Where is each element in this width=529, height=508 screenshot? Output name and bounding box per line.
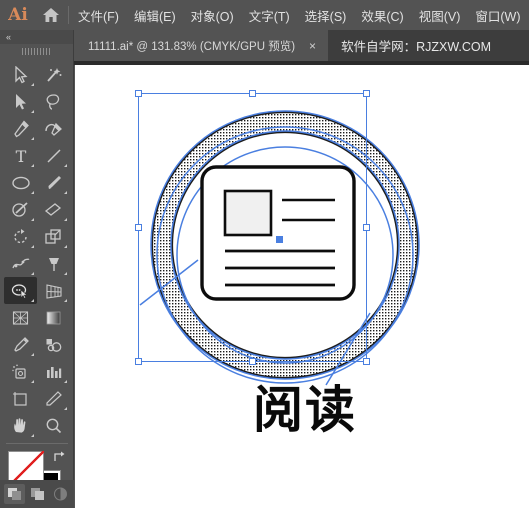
collapse-panel-icon[interactable]: « — [0, 30, 73, 44]
menu-edit[interactable]: 编辑(E) — [133, 4, 177, 27]
menu-items: 文件(F) 编辑(E) 对象(O) 文字(T) 选择(S) 效果(C) 视图(V… — [77, 4, 522, 27]
menu-type[interactable]: 文字(T) — [248, 4, 291, 27]
direct-selection-tool[interactable] — [4, 88, 37, 115]
document-tab-label: 11111.ai* @ 131.83% (CMYK/GPU 预览) — [88, 40, 296, 53]
ellipse-tool[interactable] — [4, 169, 37, 196]
selection-handle-bl[interactable] — [135, 358, 142, 365]
menu-select[interactable]: 选择(S) — [304, 4, 348, 27]
curvature-tool[interactable] — [37, 115, 70, 142]
zoom-tool[interactable] — [37, 412, 70, 439]
pen-tool[interactable] — [4, 115, 37, 142]
width-tool[interactable] — [4, 250, 37, 277]
close-icon[interactable]: × — [305, 38, 320, 54]
tools-panel: « T — [0, 30, 74, 508]
slice-tool[interactable] — [37, 385, 70, 412]
selection-handle-br[interactable] — [363, 358, 370, 365]
draw-normal-button[interactable] — [3, 484, 25, 504]
anchor-point — [276, 236, 283, 243]
selection-handle-ml[interactable] — [135, 224, 142, 231]
menu-effect[interactable]: 效果(C) — [360, 4, 404, 27]
menu-object[interactable]: 对象(O) — [190, 4, 235, 27]
watermark-text: 软件自学网：RJZXW.COM — [341, 40, 492, 54]
shape-builder-tool[interactable] — [4, 277, 37, 304]
document-icon — [200, 165, 356, 301]
svg-text:T: T — [15, 147, 26, 165]
selection-handle-tc[interactable] — [249, 90, 256, 97]
tool-grid: T — [0, 59, 74, 439]
artwork-label: 阅读 — [253, 381, 357, 439]
scale-tool[interactable] — [37, 223, 70, 250]
column-graph-tool[interactable] — [37, 358, 70, 385]
document-tab-bar: 11111.ai* @ 131.83% (CMYK/GPU 预览) × 软件自学… — [74, 30, 529, 61]
shaper-tool[interactable] — [4, 196, 37, 223]
menu-bar: Ai 文件(F) 编辑(E) 对象(O) 文字(T) 选择(S) 效果(C) 视… — [0, 0, 529, 30]
selection-handle-bc[interactable] — [249, 358, 256, 365]
paintbrush-tool[interactable] — [37, 169, 70, 196]
menu-divider — [68, 6, 69, 24]
selection-handle-tr[interactable] — [363, 90, 370, 97]
swap-fill-stroke-icon[interactable] — [52, 450, 66, 464]
eyedropper-tool[interactable] — [4, 331, 37, 358]
hand-tool[interactable] — [4, 412, 37, 439]
lasso-tool[interactable] — [37, 88, 70, 115]
magic-wand-tool[interactable] — [37, 61, 70, 88]
document-canvas[interactable]: 阅读 — [75, 65, 529, 508]
line-segment-tool[interactable] — [37, 142, 70, 169]
menu-window[interactable]: 窗口(W) — [474, 4, 521, 27]
artboard-tool[interactable] — [4, 385, 37, 412]
draw-behind-button[interactable] — [27, 484, 48, 504]
eraser-tool[interactable] — [37, 196, 70, 223]
blend-tool[interactable] — [37, 331, 70, 358]
artwork-group[interactable] — [130, 93, 440, 403]
home-icon[interactable] — [36, 7, 66, 23]
perspective-grid-tool[interactable] — [37, 277, 70, 304]
selection-handle-mr[interactable] — [363, 224, 370, 231]
rotate-tool[interactable] — [4, 223, 37, 250]
selection-handle-tl[interactable] — [135, 90, 142, 97]
gradient-tool[interactable] — [37, 304, 70, 331]
draw-inside-button[interactable] — [50, 484, 71, 504]
document-tab[interactable]: 11111.ai* @ 131.83% (CMYK/GPU 预览) × — [74, 30, 330, 61]
mesh-tool[interactable] — [4, 304, 37, 331]
menu-file[interactable]: 文件(F) — [77, 4, 120, 27]
panel-drag-grip[interactable] — [0, 44, 73, 59]
app-logo: Ai — [8, 5, 28, 25]
toolbar-divider — [5, 443, 68, 444]
menu-view[interactable]: 视图(V) — [418, 4, 462, 27]
type-tool[interactable]: T — [4, 142, 37, 169]
selection-tool[interactable] — [4, 61, 37, 88]
symbol-sprayer-tool[interactable] — [4, 358, 37, 385]
draw-mode-buttons — [0, 480, 74, 508]
free-transform-tool[interactable] — [37, 250, 70, 277]
document-thumbnail — [223, 189, 273, 237]
illustrator-window: Ai 文件(F) 编辑(E) 对象(O) 文字(T) 选择(S) 效果(C) 视… — [0, 0, 529, 508]
